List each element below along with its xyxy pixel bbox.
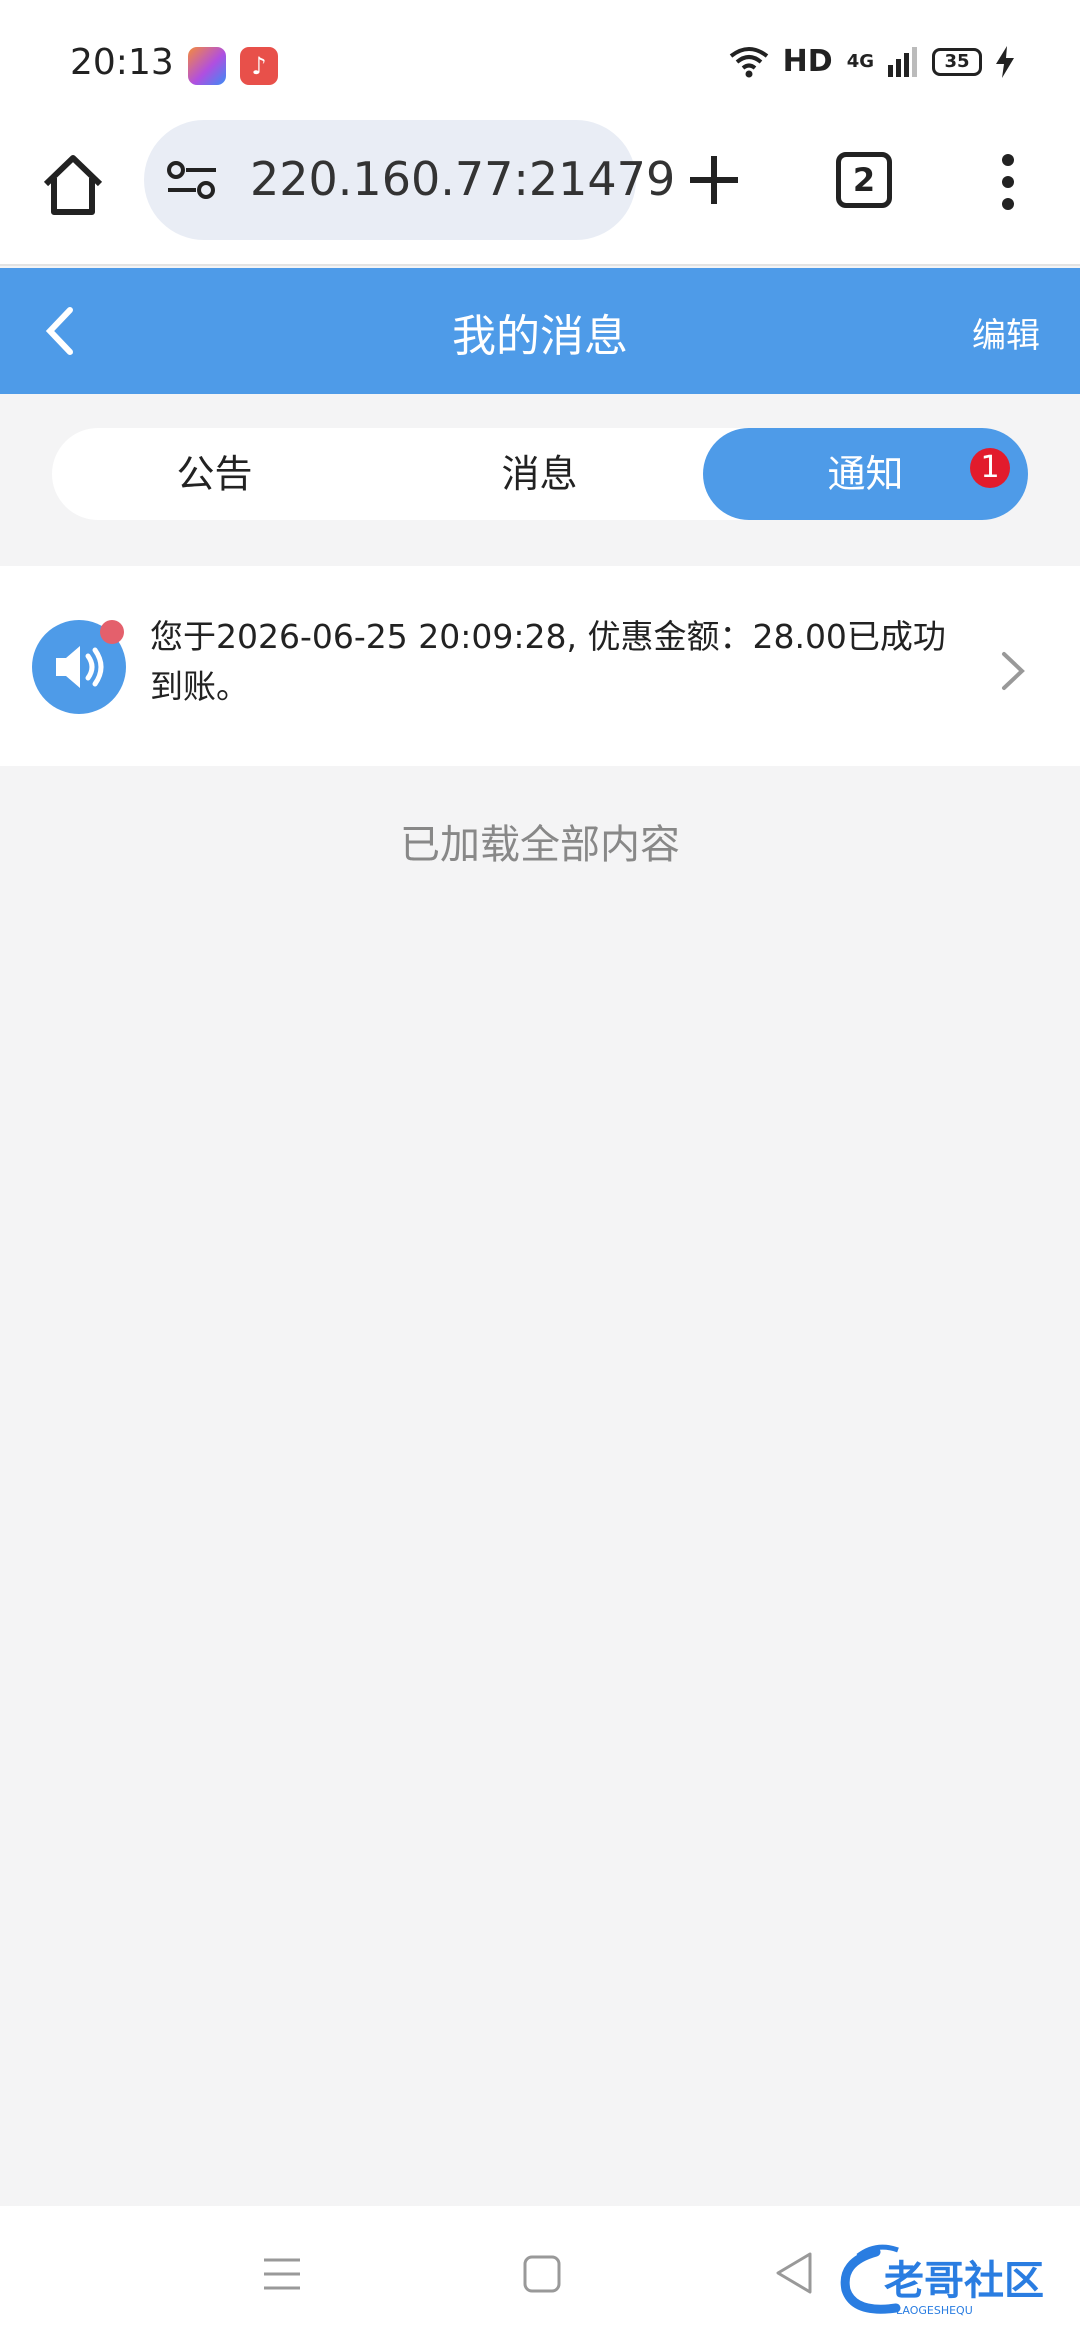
status-time: 20:13: [70, 42, 174, 83]
list-item[interactable]: 您于2026-06-25 20:09:28, 优惠金额：28.00已成功到账。: [0, 566, 1080, 766]
home-icon[interactable]: [38, 150, 108, 220]
recent-apps-icon[interactable]: [262, 2256, 302, 2292]
address-bar[interactable]: 220.160.77:21479: [144, 120, 675, 240]
edit-button[interactable]: 编辑: [972, 308, 1040, 357]
hd-label: HD: [782, 44, 833, 79]
app-notification-icon: [188, 47, 226, 85]
more-menu-icon[interactable]: [990, 152, 1026, 212]
all-loaded-text: 已加载全部内容: [400, 822, 680, 868]
signal-icon: [888, 46, 917, 77]
message-text: 您于2026-06-25 20:09:28, 优惠金额：28.00已成功到账。: [150, 617, 946, 706]
status-bar: 20:13 ♪ HD 4G 35: [0, 0, 1080, 120]
watermark-logo: 老哥社区 LAOGESHEQU: [840, 2244, 1044, 2317]
tab-switcher-button[interactable]: 2: [836, 152, 892, 208]
page-title: 我的消息: [452, 311, 628, 362]
system-nav-bar: 老哥社区 LAOGESHEQU: [0, 2206, 1080, 2340]
tab-messages[interactable]: 消息: [377, 428, 702, 520]
new-tab-icon[interactable]: [686, 152, 742, 208]
network-4g-label: 4G: [846, 51, 874, 72]
battery-icon: 35: [932, 47, 982, 76]
charging-icon: [996, 45, 1014, 78]
tab-announcement[interactable]: 公告: [52, 428, 377, 520]
status-indicators: HD 4G 35: [729, 44, 1014, 79]
watermark-title: 老哥社区: [884, 2258, 1044, 2304]
notification-count-badge: 1: [970, 448, 1010, 488]
browser-toolbar: 220.160.77:21479 2: [0, 120, 1080, 266]
url-text: 220.160.77:21479: [250, 152, 676, 206]
message-category-tabs: 公告 消息 通知 1: [52, 428, 1028, 520]
back-nav-icon[interactable]: [774, 2250, 814, 2296]
chevron-right-icon: [1002, 652, 1025, 690]
home-nav-icon[interactable]: [522, 2254, 562, 2294]
music-app-icon: ♪: [240, 47, 278, 85]
site-settings-icon[interactable]: [166, 158, 218, 202]
watermark-subtitle: LAOGESHEQU: [896, 2304, 973, 2317]
wifi-icon: [729, 46, 768, 77]
app-header: 我的消息 编辑: [0, 268, 1080, 394]
unread-dot: [100, 620, 124, 644]
